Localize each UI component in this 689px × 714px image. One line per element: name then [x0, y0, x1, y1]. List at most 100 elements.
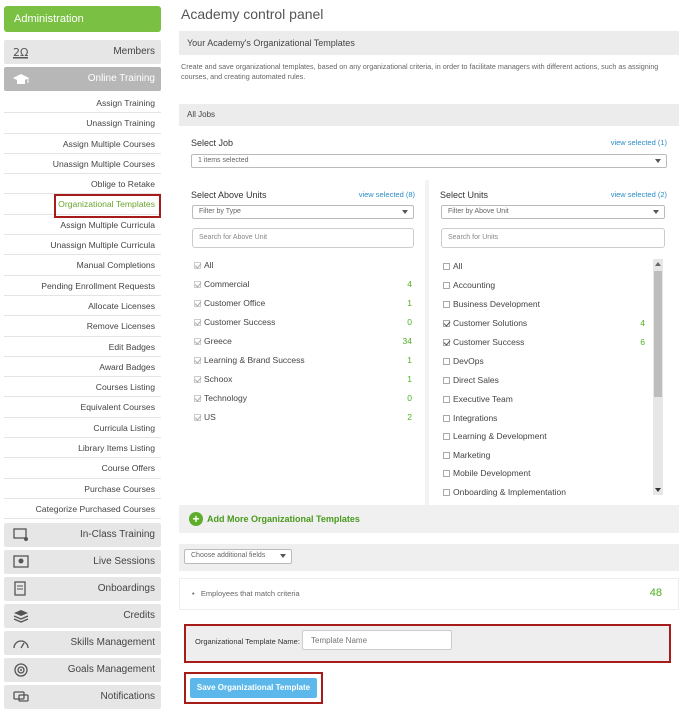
nav-members[interactable]: 2Ω Members [4, 40, 161, 64]
row-label: Technology [204, 393, 248, 403]
additional-fields-dropdown[interactable]: Choose additional fields [184, 549, 292, 564]
submenu-item[interactable]: Library Items Listing [4, 438, 161, 459]
above-unit-row[interactable]: Customer Office 1 [194, 295, 412, 311]
unit-row[interactable]: Marketing [443, 447, 645, 463]
units-view-selected-link[interactable]: view selected (2) [611, 190, 667, 199]
nav-goals-management[interactable]: Goals Management [4, 658, 161, 683]
above-unit-row[interactable]: Schoox 1 [194, 371, 412, 387]
row-count: 0 [407, 393, 412, 403]
select-job-view-selected-link[interactable]: view selected (1) [611, 138, 667, 147]
submenu-item[interactable]: Remove Licenses [4, 316, 161, 337]
checkbox[interactable] [194, 338, 201, 345]
checkbox[interactable] [443, 433, 450, 440]
submenu-item[interactable]: Oblige to Retake [4, 174, 161, 195]
row-label: Accounting [453, 280, 496, 290]
nav-credits[interactable]: Credits [4, 604, 161, 629]
submenu-item[interactable]: Unassign Multiple Curricula [4, 235, 161, 256]
nav-live-sessions[interactable]: Live Sessions [4, 550, 161, 575]
submenu-item[interactable]: Unassign Training [4, 113, 161, 134]
submenu-item[interactable]: Pending Enrollment Requests [4, 276, 161, 296]
unit-row[interactable]: Executive Team [443, 391, 645, 407]
submenu-item[interactable]: Course Offers [4, 458, 161, 479]
checkbox[interactable] [443, 415, 450, 422]
checkbox[interactable] [194, 300, 201, 307]
units-column: Select Units view selected (2) Filter by… [429, 180, 679, 505]
unit-row[interactable]: Mobile Development [443, 465, 645, 481]
unit-row[interactable]: Customer Success 6 [443, 334, 645, 350]
nav-onboardings[interactable]: Onboardings [4, 577, 161, 602]
checkbox[interactable] [443, 282, 450, 289]
submenu-item[interactable]: Award Badges [4, 357, 161, 378]
above-units-view-selected-link[interactable]: view selected (8) [359, 190, 415, 199]
nav-notifications[interactable]: Notifications [4, 685, 161, 710]
above-unit-row[interactable]: Technology 0 [194, 390, 412, 406]
checkbox[interactable] [194, 281, 201, 288]
above-unit-row[interactable]: Learning & Brand Success 1 [194, 352, 412, 368]
add-more-templates-link[interactable]: Add More Organizational Templates [207, 514, 360, 524]
checkbox[interactable] [443, 396, 450, 403]
above-units-filter-dropdown[interactable]: Filter by Type [192, 205, 414, 219]
submenu-item[interactable]: Assign Multiple Courses [4, 134, 161, 154]
template-name-input[interactable] [302, 630, 452, 650]
select-job-dropdown[interactable]: 1 items selected [191, 154, 667, 168]
unit-all-row[interactable]: All [443, 258, 643, 274]
checkbox[interactable] [443, 377, 450, 384]
submenu-item[interactable]: Courses Listing [4, 377, 161, 398]
checkbox[interactable] [194, 395, 201, 402]
above-unit-row[interactable]: Customer Success 0 [194, 314, 412, 330]
checkbox[interactable] [194, 376, 201, 383]
submenu-item[interactable]: Curricula Listing [4, 418, 161, 439]
checkbox[interactable] [194, 319, 201, 326]
plus-circle-icon[interactable]: + [189, 512, 203, 526]
submenu-item[interactable]: Manual Completions [4, 255, 161, 276]
add-more-templates-row[interactable]: + Add More Organizational Templates [179, 505, 679, 533]
checkbox[interactable] [443, 320, 450, 327]
checkbox[interactable] [194, 262, 201, 269]
unit-row[interactable]: Business Development [443, 296, 645, 312]
submenu-item[interactable]: Categorize Purchased Courses [4, 499, 161, 520]
page-title: Academy control panel [181, 6, 324, 22]
submenu-item[interactable]: Allocate Licenses [4, 296, 161, 317]
checkbox[interactable] [443, 301, 450, 308]
checkbox[interactable] [443, 489, 450, 496]
checkbox[interactable] [194, 414, 201, 421]
unit-row[interactable]: Onboarding & Implementation [443, 484, 645, 500]
nav-online-training[interactable]: Online Training [4, 67, 161, 91]
nav-in-class-training[interactable]: In-Class Training [4, 523, 161, 548]
units-search-input[interactable]: Search for Units [441, 228, 665, 248]
unit-row[interactable]: Accounting [443, 277, 645, 293]
submenu-item[interactable]: Assign Training [4, 93, 161, 114]
submenu-item[interactable]: Equivalent Courses [4, 397, 161, 418]
checkbox[interactable] [443, 339, 450, 346]
above-unit-all-row[interactable]: All [194, 257, 414, 273]
unit-row[interactable]: Customer Solutions 4 [443, 315, 645, 331]
checkbox[interactable] [443, 452, 450, 459]
row-label: Customer Solutions [453, 318, 528, 328]
sidebar-header[interactable]: Administration [4, 6, 161, 32]
unit-row[interactable]: Direct Sales [443, 372, 645, 388]
above-unit-row[interactable]: Commercial 4 [194, 276, 412, 292]
checkbox[interactable] [194, 357, 201, 364]
checkbox[interactable] [443, 263, 450, 270]
scrollbar-thumb[interactable] [654, 271, 662, 397]
submenu-item[interactable]: Unassign Multiple Courses [4, 154, 161, 175]
unit-row[interactable]: DevOps [443, 353, 645, 369]
units-filter-dropdown[interactable]: Filter by Above Unit [441, 205, 665, 219]
units-scrollbar[interactable] [653, 259, 663, 495]
nav-skills-management[interactable]: Skills Management [4, 631, 161, 656]
above-unit-row[interactable]: US 2 [194, 409, 412, 425]
checkbox[interactable] [443, 358, 450, 365]
submenu-item[interactable]: Purchase Courses [4, 479, 161, 499]
scroll-down-icon[interactable] [655, 488, 661, 492]
unit-row[interactable]: Learning & Development [443, 428, 645, 444]
row-count: 2 [407, 412, 412, 422]
unit-row[interactable]: Integrations [443, 410, 645, 426]
sidebar: Administration 2Ω Members Online Trainin… [4, 6, 161, 710]
scroll-up-icon[interactable] [655, 262, 661, 266]
submenu-item[interactable]: Edit Badges [4, 337, 161, 357]
checkbox[interactable] [443, 470, 450, 477]
above-units-search-input[interactable]: Search for Above Unit [192, 228, 414, 248]
row-label: Learning & Development [453, 431, 547, 441]
above-unit-row[interactable]: Greece 34 [194, 333, 412, 349]
save-template-button[interactable]: Save Organizational Template [190, 678, 317, 698]
